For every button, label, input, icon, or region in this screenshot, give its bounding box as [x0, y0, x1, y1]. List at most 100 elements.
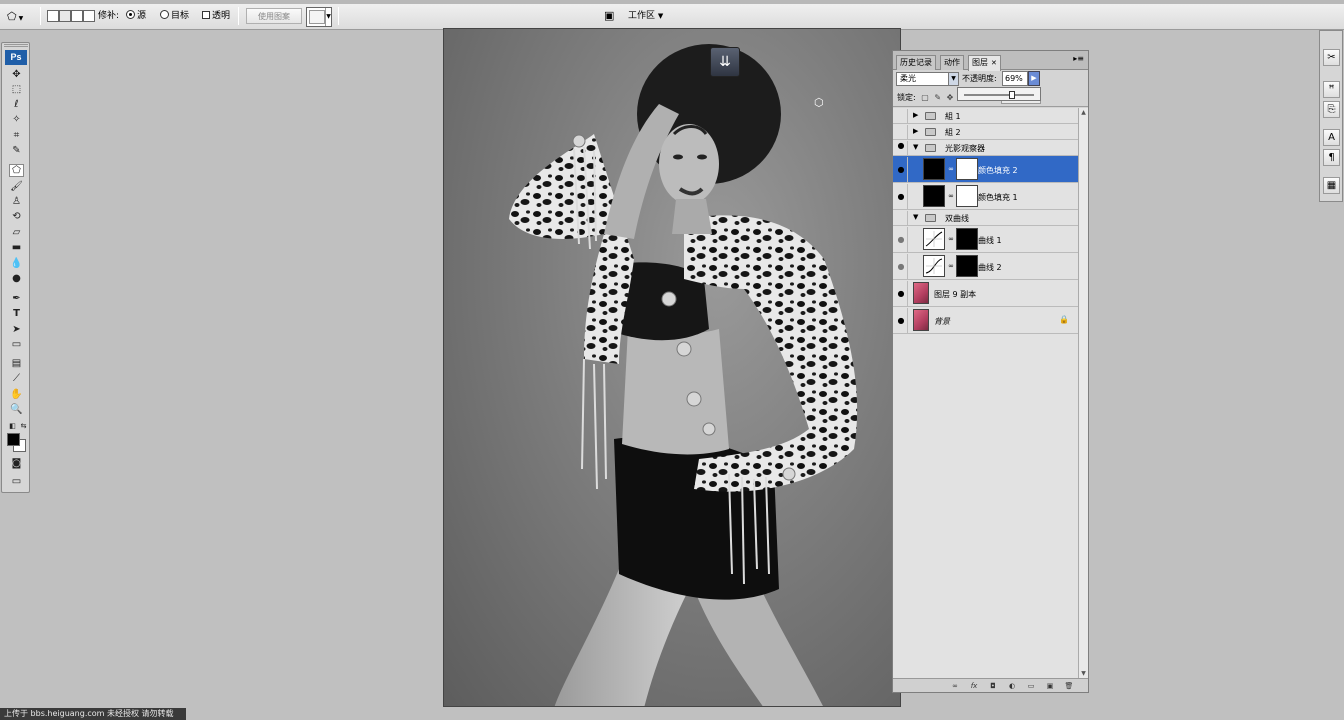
adjustment-layer-icon[interactable]: ◐	[1006, 681, 1018, 691]
scroll-down-icon[interactable]: ▼	[1079, 669, 1088, 678]
eyedropper-icon[interactable]: ⟋	[9, 372, 24, 385]
opacity-slider[interactable]	[957, 87, 1041, 101]
file-browser-icon[interactable]: ▣	[604, 8, 614, 24]
lock-transparency-icon[interactable]: ▢	[921, 88, 929, 107]
tool-presets-icon[interactable]: ✂	[1323, 49, 1340, 66]
quick-mask-icon[interactable]: ◙	[9, 457, 24, 470]
photoshop-logo[interactable]: Ps	[5, 50, 27, 65]
opacity-slider-toggle-icon[interactable]: ▶	[1028, 71, 1040, 86]
layer-style-icon[interactable]: fx	[968, 681, 980, 691]
pattern-picker[interactable]: ▼	[306, 7, 332, 27]
layer-row[interactable]: ● ▼ 光影观察器	[893, 140, 1078, 156]
lasso-icon[interactable]: ℓ	[9, 98, 24, 111]
new-layer-icon[interactable]: ▣	[1044, 681, 1056, 691]
dodge-icon[interactable]: ●	[9, 272, 24, 285]
document-canvas[interactable]	[443, 28, 901, 707]
layer-row[interactable]: ● ∞ 曲线 1	[893, 226, 1078, 253]
layer-row[interactable]: ● ∞ 颜色填充 1	[893, 183, 1078, 210]
magic-wand-icon[interactable]: ✧	[9, 113, 24, 126]
new-group-icon[interactable]: ▭	[1025, 681, 1037, 691]
eraser-icon[interactable]: ▱	[9, 226, 24, 239]
path-select-icon[interactable]: ➤	[9, 323, 24, 336]
layer-row[interactable]: ● 背景 🔒	[893, 307, 1078, 334]
toolbox-grip[interactable]	[4, 44, 28, 47]
tab-history[interactable]: 历史记录	[896, 55, 936, 70]
eye-icon[interactable]: ●	[895, 184, 908, 209]
zoom-icon[interactable]: 🔍	[9, 403, 24, 416]
close-icon[interactable]: ✕	[991, 59, 997, 67]
slice-icon[interactable]: ✎	[9, 144, 24, 157]
layer-name[interactable]: 背景	[934, 316, 950, 327]
layer-name[interactable]: 組 2	[945, 127, 961, 138]
layer-row[interactable]: ▶ 組 1	[893, 108, 1078, 124]
visibility-toggle[interactable]	[895, 109, 908, 123]
link-layers-icon[interactable]: ∞	[949, 681, 961, 691]
move-icon[interactable]: ✥	[9, 68, 24, 81]
slider-track[interactable]	[964, 94, 1034, 96]
layer-name[interactable]: 光影观察器	[945, 143, 985, 154]
gradient-icon[interactable]: ▬	[9, 241, 24, 254]
layer-row[interactable]: ▼ 双曲线	[893, 210, 1078, 226]
brushes-icon[interactable]: ꟸ	[1323, 81, 1340, 98]
layer-name[interactable]: 颜色填充 2	[978, 165, 1018, 176]
eye-icon[interactable]: ●	[895, 254, 908, 279]
blur-icon[interactable]: 💧	[9, 257, 24, 270]
eye-icon[interactable]: ●	[895, 227, 908, 252]
pen-icon[interactable]: ✒	[9, 292, 24, 305]
crop-icon[interactable]: ⌗	[9, 129, 24, 142]
eye-icon[interactable]: ●	[895, 281, 908, 306]
type-icon[interactable]: T	[9, 307, 24, 320]
layer-name[interactable]: 双曲线	[945, 213, 969, 224]
shape-icon[interactable]: ▭	[9, 338, 24, 351]
layers-scrollbar[interactable]: ▲ ▼	[1078, 108, 1088, 678]
notes-icon[interactable]: ▤	[9, 357, 24, 370]
clone-source-icon[interactable]: ⎘	[1323, 101, 1340, 118]
swap-colors-icon[interactable]: ⇆	[16, 420, 31, 433]
use-pattern-button[interactable]: 使用图案	[246, 8, 302, 24]
layer-name[interactable]: 組 1	[945, 111, 961, 122]
expand-triangle-icon[interactable]: ▶	[913, 111, 918, 119]
transparent-checkbox[interactable]: 透明	[202, 8, 230, 24]
visibility-toggle[interactable]	[895, 125, 908, 139]
layer-row[interactable]: ● ∞ 曲线 2	[893, 253, 1078, 280]
eye-icon[interactable]: ●	[895, 157, 908, 182]
marquee-icon[interactable]: ⬚	[9, 83, 24, 96]
layer-name[interactable]: 颜色填充 1	[978, 192, 1018, 203]
expand-triangle-icon[interactable]: ▶	[913, 127, 918, 135]
clone-stamp-icon[interactable]: ♙	[9, 195, 24, 208]
layer-row-selected[interactable]: ● ∞ 颜色填充 2	[893, 156, 1078, 183]
layer-comps-icon[interactable]: ▦	[1323, 177, 1340, 194]
scroll-up-icon[interactable]: ▲	[1079, 108, 1088, 117]
lock-pixels-icon[interactable]: ✎	[934, 88, 941, 107]
tool-preset-picker[interactable]: ⬠ ▼	[6, 8, 36, 24]
collapse-triangle-icon[interactable]: ▼	[913, 213, 918, 221]
hand-icon[interactable]: ✋	[9, 388, 24, 401]
layer-row[interactable]: ▶ 組 2	[893, 124, 1078, 140]
patch-icon[interactable]: ⬠	[9, 164, 24, 177]
layer-name[interactable]: 曲线 1	[978, 235, 1002, 246]
intersect-selection-button[interactable]	[83, 10, 95, 22]
foreground-color-swatch[interactable]	[7, 433, 20, 446]
brush-icon[interactable]: 🖌	[9, 180, 24, 193]
blend-mode-select[interactable]: 柔光 ▼	[896, 72, 959, 86]
subtract-selection-button[interactable]	[71, 10, 83, 22]
panel-menu-icon[interactable]: ▸≡	[1073, 54, 1084, 63]
add-selection-button[interactable]	[59, 10, 71, 22]
tab-actions[interactable]: 动作	[940, 55, 964, 70]
destination-radio[interactable]: 目标	[160, 8, 189, 24]
lock-position-icon[interactable]: ✥	[947, 88, 954, 107]
opacity-input[interactable]: 69%	[1002, 71, 1028, 86]
layer-name[interactable]: 图层 9 副本	[934, 289, 976, 300]
paragraph-icon[interactable]: ¶	[1323, 149, 1340, 166]
collapse-triangle-icon[interactable]: ▼	[913, 143, 918, 151]
screen-mode-icon[interactable]: ▭	[9, 475, 24, 488]
slider-thumb[interactable]	[1009, 91, 1016, 99]
eye-icon[interactable]: ●	[895, 141, 908, 155]
download-arrow-icon[interactable]: ⇊	[710, 47, 740, 77]
workspace-menu[interactable]: 工作区 ▼	[628, 8, 672, 24]
visibility-toggle[interactable]	[895, 211, 908, 225]
new-selection-button[interactable]	[47, 10, 59, 22]
layer-row[interactable]: ● 图层 9 副本	[893, 280, 1078, 307]
source-radio[interactable]: 源	[126, 8, 146, 24]
history-brush-icon[interactable]: ⟲	[9, 210, 24, 223]
